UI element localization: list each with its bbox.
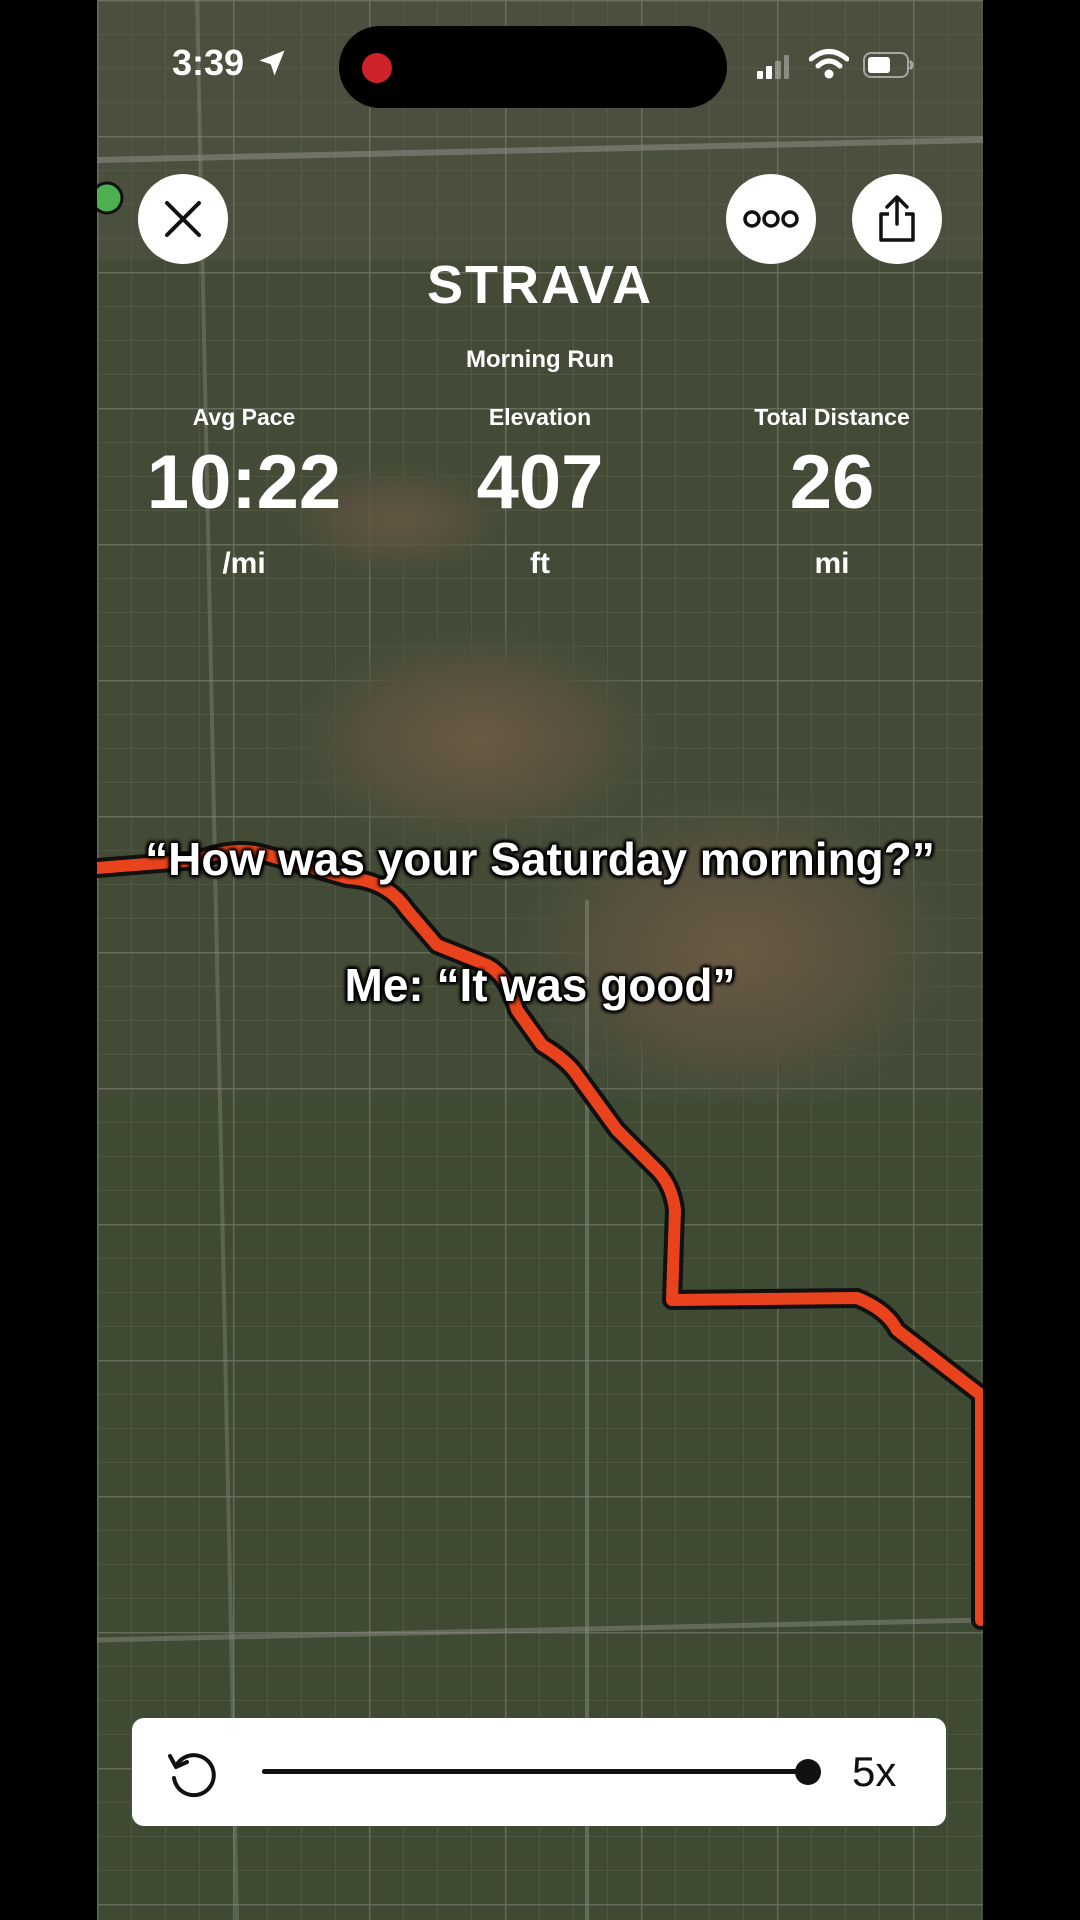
more-icon [743,210,799,228]
caption-line-2: Me: “It was good” [344,959,736,1011]
playback-slider-thumb[interactable] [795,1759,821,1785]
stat-unit: mi [814,547,850,580]
share-button[interactable] [852,174,942,264]
wifi-icon [809,49,849,79]
phone-screen: 3:39 STRAVA Morning Run Avg Pace 10:22 /… [97,0,983,1920]
stat-total-distance: Total Distance 26 mi [702,404,962,581]
stat-unit: ft [530,547,550,580]
status-bar: 3:39 [97,0,983,110]
signal-icon [757,55,789,79]
playback-slider-fill [262,1769,808,1774]
location-arrow-icon [259,50,285,76]
replay-icon[interactable] [164,1746,220,1802]
stat-unit: /mi [222,547,266,580]
strava-logo: STRAVA [427,255,653,315]
close-button[interactable] [138,174,228,264]
more-options-button[interactable] [726,174,816,264]
status-time: 3:39 [172,42,245,83]
stat-avg-pace: Avg Pace 10:22 /mi [114,404,374,581]
close-icon [165,201,201,237]
battery-icon [863,52,914,78]
stat-value: 26 [789,440,875,525]
dynamic-island [339,26,727,108]
stat-label: Total Distance [754,404,910,430]
stat-label: Elevation [488,404,592,430]
caption-line-1: “How was your Saturday morning?” [145,833,935,885]
stat-value: 407 [476,440,604,525]
playback-bar: 5x [132,1718,946,1826]
recording-indicator [362,53,392,83]
stat-label: Avg Pace [192,404,296,430]
playback-speed-button[interactable]: 5x [852,1748,896,1796]
stat-value: 10:22 [146,440,342,525]
playback-slider-track[interactable] [262,1769,808,1774]
activity-title: Morning Run [466,346,614,373]
stat-elevation: Elevation 407 ft [410,404,670,581]
share-icon [879,195,915,242]
